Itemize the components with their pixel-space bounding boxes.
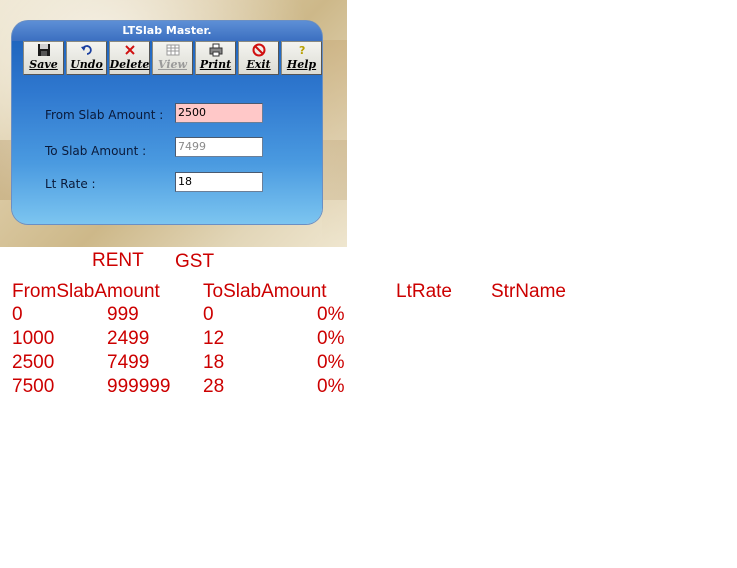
undo-label: Undo bbox=[70, 58, 103, 71]
table-cell: 7500 bbox=[12, 376, 55, 397]
table-cell: 7499 bbox=[107, 352, 150, 373]
save-label: Save bbox=[29, 58, 58, 71]
no-entry-icon bbox=[252, 43, 266, 58]
view-button[interactable]: View bbox=[152, 41, 193, 75]
print-label: Print bbox=[199, 58, 232, 71]
column-header: StrName bbox=[491, 281, 566, 302]
window-title: LTSlab Master. bbox=[12, 21, 322, 41]
table-cell: 2499 bbox=[107, 328, 150, 349]
table-cell: 0 bbox=[203, 304, 214, 325]
from-slab-amount-input[interactable]: 2500 bbox=[175, 103, 263, 123]
column-header: ToSlabAmount bbox=[203, 281, 327, 302]
help-label: Help bbox=[286, 58, 317, 71]
table-cell: 1000 bbox=[12, 328, 55, 349]
exit-button[interactable]: Exit bbox=[238, 41, 279, 75]
to-slab-amount-input[interactable]: 7499 bbox=[175, 137, 263, 157]
toolbar: Save Undo Delete View Print Exit ? Help bbox=[23, 41, 322, 75]
question-icon: ? bbox=[295, 43, 309, 58]
table-cell: 999 bbox=[107, 304, 139, 325]
undo-button[interactable]: Undo bbox=[66, 41, 107, 75]
table-cell: 0% bbox=[317, 328, 345, 349]
background-streak bbox=[322, 40, 347, 240]
table-cell: 28 bbox=[203, 376, 225, 397]
lt-rate-label: Lt Rate : bbox=[45, 177, 96, 191]
table-cell: 0% bbox=[317, 352, 345, 373]
lt-rate-input[interactable]: 18 bbox=[175, 172, 263, 192]
ltslab-master-window: LTSlab Master. Save Undo Delete View Pri… bbox=[12, 21, 322, 224]
save-button[interactable]: Save bbox=[23, 41, 64, 75]
delete-button[interactable]: Delete bbox=[109, 41, 150, 75]
table-cell: 0% bbox=[317, 376, 345, 397]
table-cell: 2500 bbox=[12, 352, 55, 373]
table-cell: 18 bbox=[203, 352, 225, 373]
print-button[interactable]: Print bbox=[195, 41, 236, 75]
to-slab-amount-label: To Slab Amount : bbox=[45, 144, 147, 158]
group-label-gst: GST bbox=[175, 251, 215, 272]
exit-label: Exit bbox=[246, 58, 271, 71]
svg-text:?: ? bbox=[299, 44, 305, 57]
table-cell: 999999 bbox=[107, 376, 171, 397]
grid-icon bbox=[166, 43, 180, 58]
delete-label: Delete bbox=[109, 58, 150, 71]
table-cell: 0 bbox=[12, 304, 23, 325]
help-button[interactable]: ? Help bbox=[281, 41, 322, 75]
table-cell: 0% bbox=[317, 304, 345, 325]
table-cell: 12 bbox=[203, 328, 225, 349]
red-x-icon bbox=[123, 43, 137, 58]
column-header: LtRate bbox=[396, 281, 452, 302]
group-label-rent: RENT bbox=[92, 250, 144, 271]
column-header: FromSlabAmount bbox=[12, 281, 160, 302]
printer-icon bbox=[209, 43, 223, 58]
floppy-disk-icon bbox=[37, 43, 51, 58]
from-slab-amount-label: From Slab Amount : bbox=[45, 108, 164, 122]
view-label: View bbox=[158, 58, 187, 71]
undo-arrow-icon bbox=[80, 43, 94, 58]
